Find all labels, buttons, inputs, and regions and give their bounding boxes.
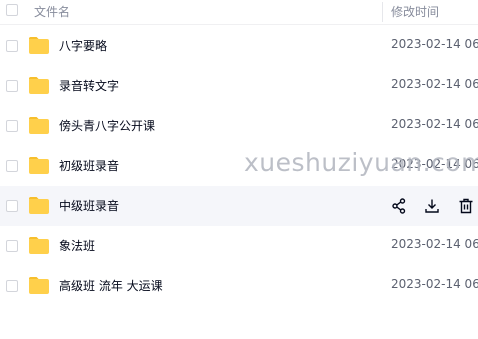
modified-date: 2023-02-14 06: (391, 277, 478, 291)
file-name[interactable]: 高级班 流年 大运课 (59, 277, 163, 294)
folder-icon (29, 277, 49, 294)
file-name[interactable]: 象法班 (59, 237, 95, 254)
row-checkbox[interactable] (6, 120, 18, 132)
file-row[interactable]: 象法班 2023-02-14 06: (0, 226, 478, 266)
folder-icon (29, 237, 49, 254)
folder-icon (29, 77, 49, 94)
folder-icon (29, 157, 49, 174)
file-row[interactable]: 傍头青八字公开课 2023-02-14 06: (0, 106, 478, 146)
folder-icon (29, 37, 49, 54)
row-checkbox[interactable] (6, 200, 18, 212)
file-name[interactable]: 傍头青八字公开课 (59, 117, 155, 134)
file-list-header: 文件名 修改时间 (0, 0, 478, 25)
row-checkbox[interactable] (6, 160, 18, 172)
modified-date: 2023-02-14 06: (391, 157, 478, 171)
modified-date: 2023-02-14 06: (391, 37, 478, 51)
file-name[interactable]: 八字要略 (59, 37, 107, 54)
folder-icon (29, 197, 49, 214)
delete-icon[interactable] (457, 197, 475, 215)
modified-date: 2023-02-14 06: (391, 237, 478, 251)
file-row[interactable]: 八字要略 2023-02-14 06: (0, 26, 478, 66)
column-header-name[interactable]: 文件名 (34, 3, 70, 20)
share-icon[interactable] (390, 197, 408, 215)
file-row[interactable]: 录音转文字 2023-02-14 06: (0, 66, 478, 106)
download-icon[interactable] (423, 197, 441, 215)
row-checkbox[interactable] (6, 280, 18, 292)
file-name[interactable]: 录音转文字 (59, 77, 119, 94)
file-name[interactable]: 中级班录音 (59, 197, 119, 214)
file-name[interactable]: 初级班录音 (59, 157, 119, 174)
modified-date: 2023-02-14 06: (391, 77, 478, 91)
file-row[interactable]: 初级班录音 2023-02-14 06: (0, 146, 478, 186)
folder-icon (29, 117, 49, 134)
row-checkbox[interactable] (6, 240, 18, 252)
column-divider[interactable] (382, 2, 383, 22)
row-checkbox[interactable] (6, 80, 18, 92)
file-row-hovered[interactable]: 中级班录音 (0, 186, 478, 226)
select-all-checkbox[interactable] (6, 4, 18, 16)
modified-date: 2023-02-14 06: (391, 117, 478, 131)
column-header-date[interactable]: 修改时间 (391, 3, 439, 20)
row-checkbox[interactable] (6, 40, 18, 52)
file-row[interactable]: 高级班 流年 大运课 2023-02-14 06: (0, 266, 478, 306)
